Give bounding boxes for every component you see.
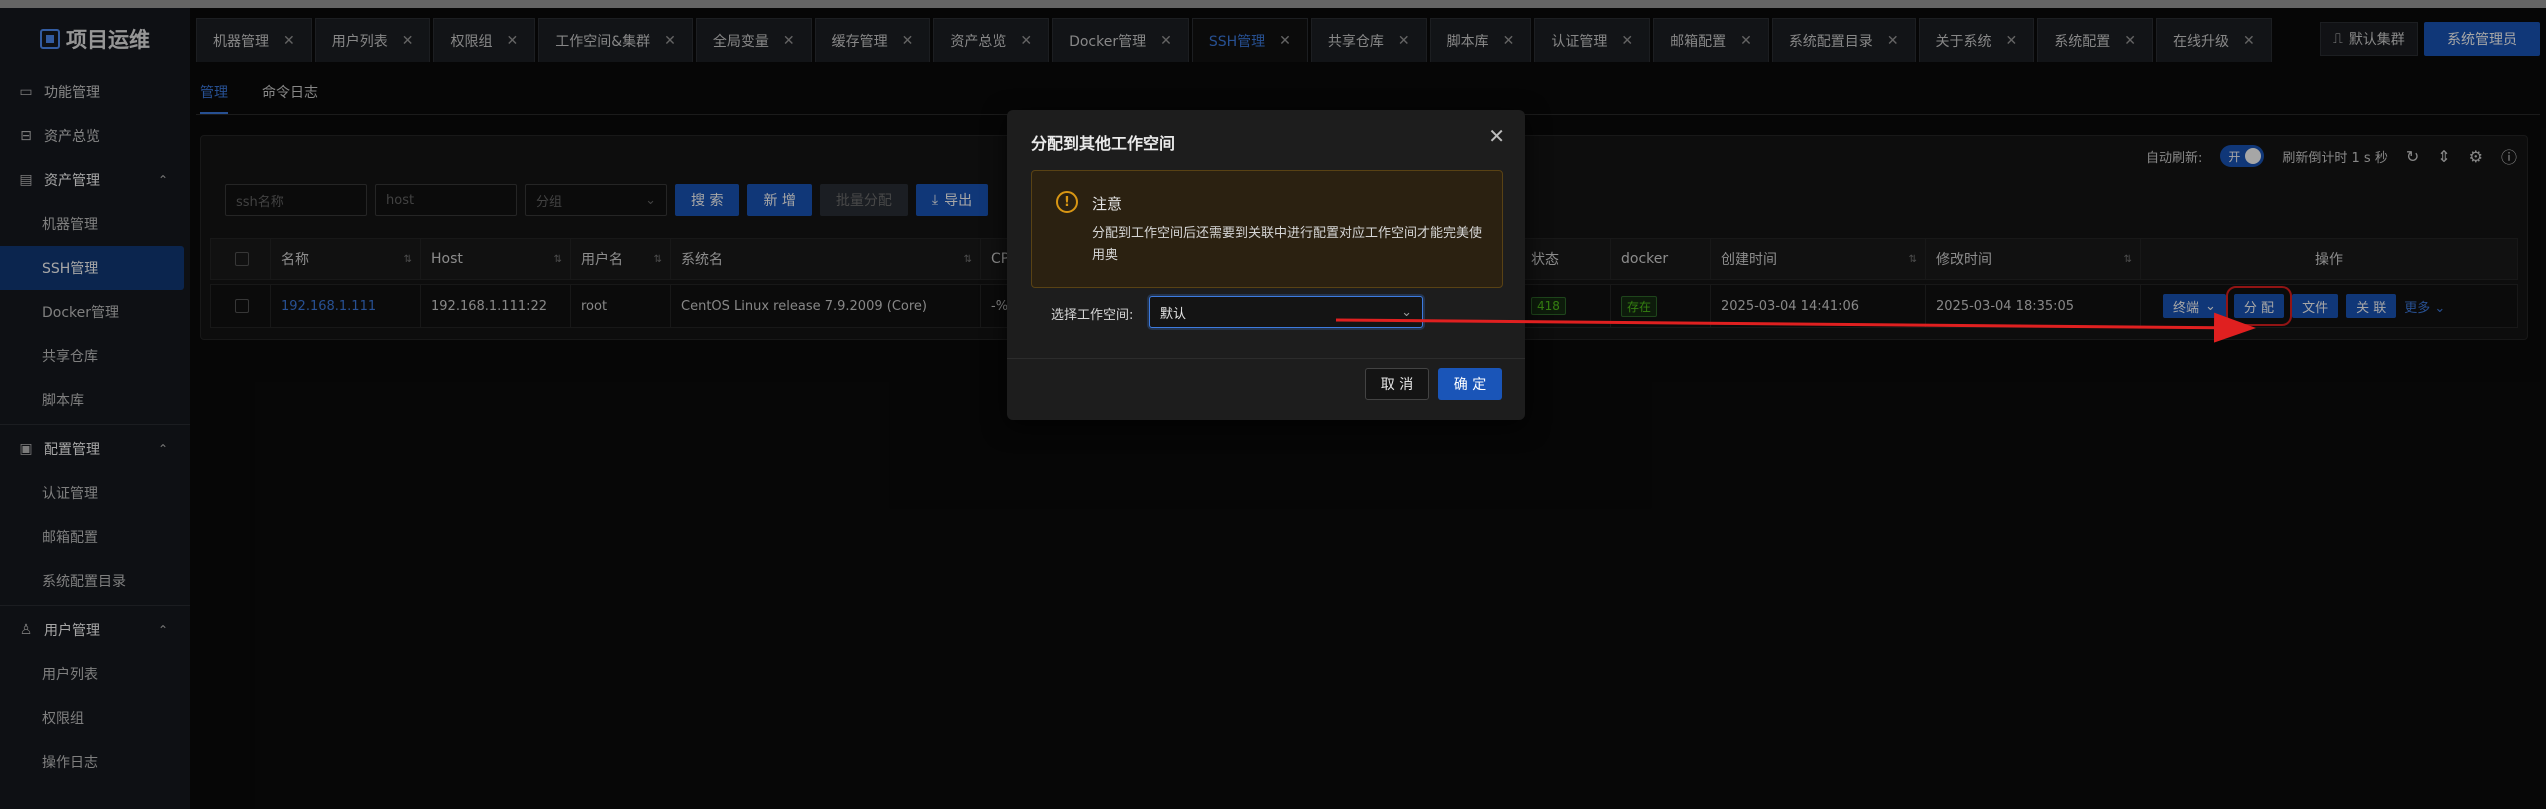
confirm-button[interactable]: 确 定	[1438, 368, 1502, 400]
cancel-button[interactable]: 取 消	[1365, 368, 1429, 400]
close-icon[interactable]: ✕	[1488, 124, 1505, 148]
workspace-label: 选择工作空间:	[1051, 308, 1134, 323]
exclamation-icon: !	[1056, 191, 1078, 213]
modal-title: 分配到其他工作空间	[1031, 134, 1176, 153]
chevron-down-icon: ⌄	[1401, 304, 1412, 320]
alert-body: 分配到工作空间后还需要到关联中进行配置对应工作空间才能完美使用奥	[1092, 226, 1483, 263]
modal-footer-divider	[1007, 358, 1525, 359]
warning-alert: ! 注意 分配到工作空间后还需要到关联中进行配置对应工作空间才能完美使用奥	[1031, 170, 1503, 288]
workspace-select[interactable]: 默认 ⌄	[1149, 296, 1423, 328]
alert-title: 注意	[1092, 195, 1123, 213]
assign-workspace-modal: 分配到其他工作空间 ✕ ! 注意 分配到工作空间后还需要到关联中进行配置对应工作…	[1007, 110, 1525, 420]
